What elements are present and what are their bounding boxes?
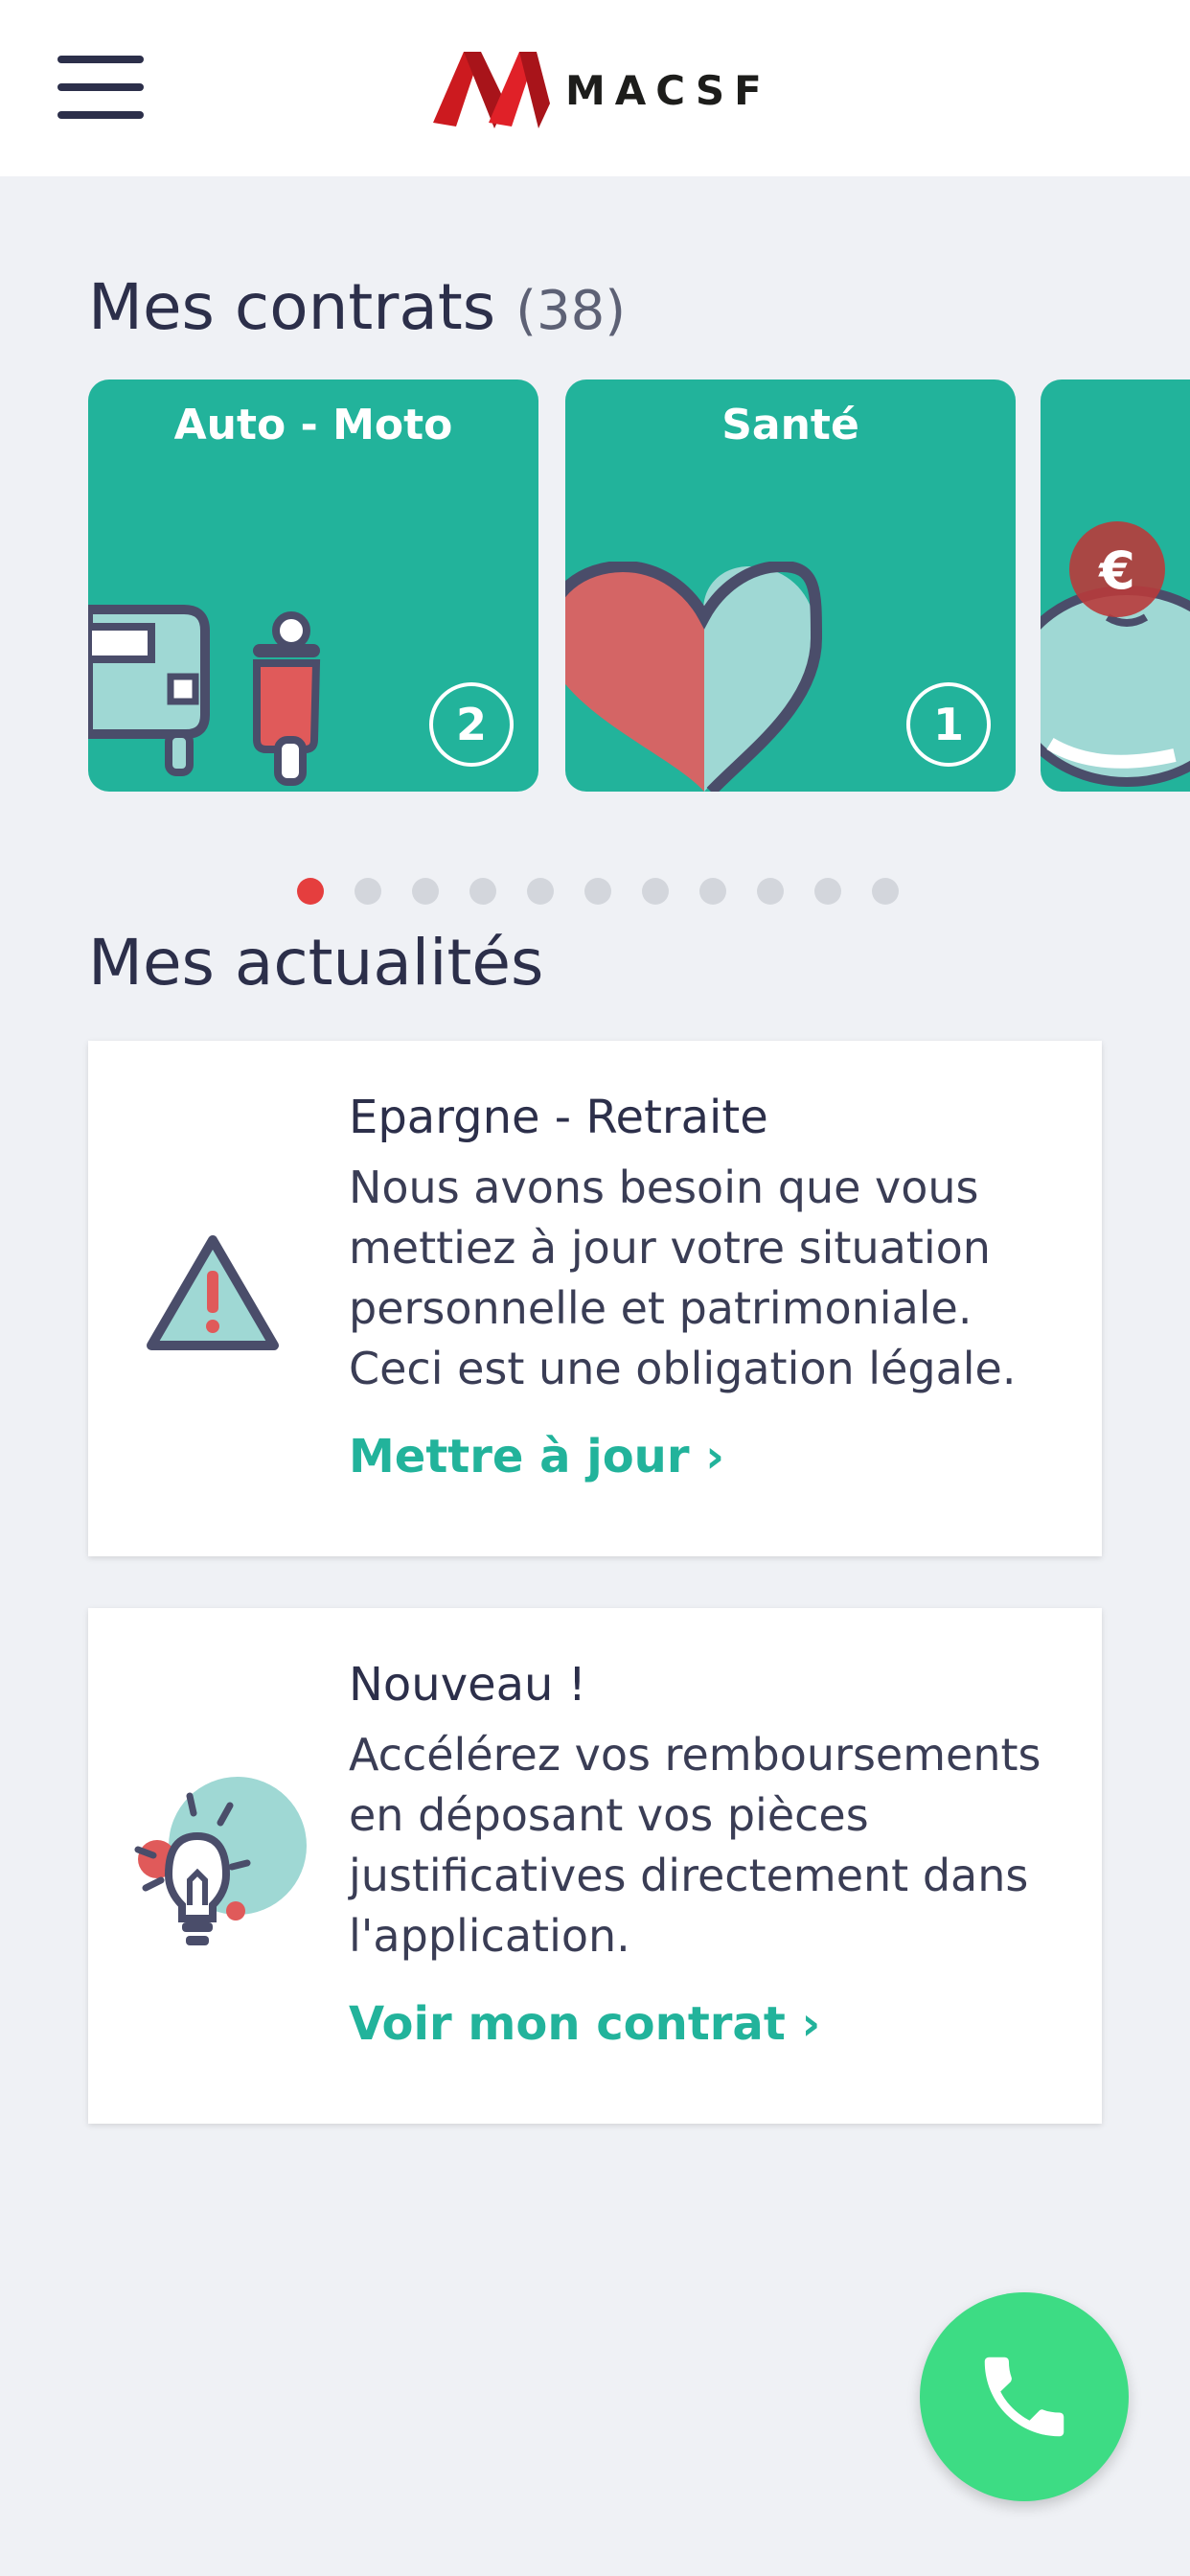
logo-text: MACSF xyxy=(565,67,771,114)
news-title: Mes actualités xyxy=(88,926,544,1000)
news-card-title: Nouveau ! xyxy=(349,1658,586,1712)
macsf-logo-mark xyxy=(433,52,550,128)
svg-text:€: € xyxy=(1097,540,1135,601)
contracts-heading: Mes contrats (38) xyxy=(88,270,626,344)
heart-icon xyxy=(565,562,823,792)
macsf-logo[interactable]: MACSF xyxy=(431,46,776,136)
update-link[interactable]: Mettre à jour › xyxy=(349,1430,724,1484)
piggy-bank-euro-icon: € xyxy=(1041,521,1190,787)
news-card-epargne: Epargne - Retraite Nous avons besoin que… xyxy=(88,1041,1102,1556)
call-button[interactable] xyxy=(920,2292,1129,2501)
news-card-body: Accélérez vos remboursements en déposant… xyxy=(349,1729,1041,1962)
contracts-count: (38) xyxy=(515,280,627,342)
phone-icon xyxy=(984,2357,1064,2437)
news-card-body: Nous avons besoin que vous mettiez à jou… xyxy=(349,1162,1017,1394)
carousel-dot[interactable] xyxy=(814,878,841,905)
contract-card-badge: 1 xyxy=(906,682,991,767)
contract-card-epargne[interactable]: € xyxy=(1041,380,1190,792)
view-contract-link[interactable]: Voir mon contrat › xyxy=(349,1997,820,2051)
contract-card-label: Auto - Moto xyxy=(173,401,453,449)
contract-card-sante[interactable]: Santé 1 xyxy=(565,380,1016,792)
carousel-dot[interactable] xyxy=(584,878,611,905)
carousel-dot[interactable] xyxy=(469,878,496,905)
warning-triangle-icon xyxy=(147,1235,279,1350)
carousel-dot[interactable] xyxy=(642,878,669,905)
contract-card-badge: 2 xyxy=(429,682,514,767)
carousel-dot[interactable] xyxy=(872,878,899,905)
carousel-dot[interactable] xyxy=(699,878,726,905)
carousel-dot[interactable] xyxy=(355,878,381,905)
hamburger-menu-icon[interactable] xyxy=(57,56,146,119)
contract-card-label: Santé xyxy=(721,401,859,449)
carousel-dot[interactable] xyxy=(412,878,439,905)
app-header: MACSF xyxy=(0,0,1190,176)
news-card-title: Epargne - Retraite xyxy=(349,1091,768,1144)
carousel-dot[interactable] xyxy=(527,878,554,905)
carousel-dot-active[interactable] xyxy=(297,878,324,905)
news-card-nouveau: Nouveau ! Accélérez vos remboursements e… xyxy=(88,1608,1102,2124)
contract-card-auto-moto[interactable]: Auto - Moto 2 xyxy=(88,380,538,792)
car-scooter-icon xyxy=(88,605,321,786)
contracts-title: Mes contrats xyxy=(88,270,496,344)
carousel-dot[interactable] xyxy=(757,878,784,905)
lightbulb-icon xyxy=(134,1777,307,1945)
